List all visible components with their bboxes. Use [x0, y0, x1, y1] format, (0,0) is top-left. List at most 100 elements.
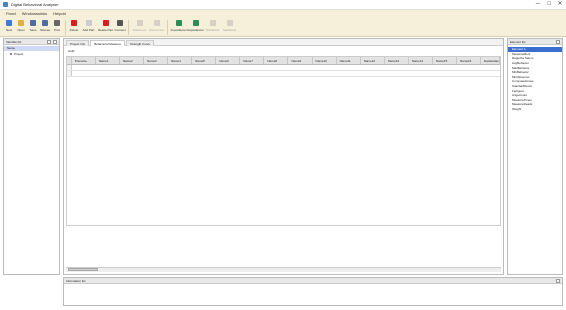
- menu-windows[interactable]: Windowssinks: [19, 11, 50, 16]
- toolbar-open-button[interactable]: Open: [15, 19, 27, 36]
- toolbar-connect-button[interactable]: Connect: [114, 19, 126, 36]
- maximize-button[interactable]: □: [544, 1, 554, 8]
- list-item[interactable]: Weight: [508, 107, 562, 112]
- app-icon: [3, 2, 8, 7]
- toolbar-label: ExportExcel: [187, 28, 204, 32]
- delete-part-icon: [102, 20, 109, 26]
- close-icon[interactable]: [556, 40, 560, 44]
- save-icon: [30, 20, 36, 26]
- new-file-icon: [6, 20, 12, 26]
- column-header[interactable]: Name14: [409, 57, 433, 64]
- close-icon[interactable]: [53, 40, 57, 44]
- window-title: Digital Behavioral Analyser: [11, 2, 59, 7]
- column-header[interactable]: Explanation: [481, 57, 501, 64]
- toolbar-label: New: [5, 28, 12, 32]
- toolbar-label: StatiExcel: [222, 28, 237, 32]
- toolbar-new-button[interactable]: New: [3, 19, 15, 36]
- column-header[interactable]: Name12: [361, 57, 385, 64]
- toolbar-saveas-button[interactable]: Saveas: [39, 19, 51, 36]
- panel-header: Element list: [508, 39, 562, 45]
- horizontal-scrollbar[interactable]: [66, 267, 501, 272]
- toolbar-print-button[interactable]: Print: [51, 19, 63, 36]
- toolbar-label: Connect: [114, 28, 126, 32]
- menu-file[interactable]: Fixed: [3, 11, 19, 16]
- column-header[interactable]: Name15: [433, 57, 457, 64]
- stats-icon: [226, 20, 233, 26]
- print-icon: [54, 20, 60, 26]
- panel-header: Information list: [64, 278, 562, 284]
- scrollbar-thumb[interactable]: [68, 268, 98, 271]
- tree-item-project[interactable]: Project: [4, 51, 59, 56]
- close-button[interactable]: ✕: [555, 1, 565, 8]
- panel-header: Variable list: [4, 39, 59, 45]
- title-bar: Digital Behavioral Analyser ─ □ ✕: [0, 0, 566, 10]
- toolbar-statement-button[interactable]: Statement: [131, 19, 148, 36]
- column-header[interactable]: Name2: [120, 57, 144, 64]
- column-header[interactable]: Prename: [72, 57, 96, 64]
- expand-icon[interactable]: [10, 52, 12, 55]
- toolbar-save-button[interactable]: Save: [27, 19, 39, 36]
- export-excel-icon: [192, 20, 199, 26]
- connect-icon: [117, 20, 123, 26]
- tab-strength-curve[interactable]: Strength Curve: [125, 40, 155, 46]
- save-as-icon: [42, 20, 48, 26]
- toolbar-separator: [65, 20, 66, 35]
- column-header[interactable]: Name10: [313, 57, 337, 64]
- grid-header: Prename Name1 Name2 Name3 Name4 Name5 Name6 Nam…: [67, 57, 501, 65]
- tab-project-info[interactable]: Project Info: [66, 40, 90, 46]
- toolbar-label: Saveas: [39, 28, 50, 32]
- toolbar-statiexcel-button[interactable]: StatiExcel: [221, 19, 238, 36]
- toolbar-delete-part-button[interactable]: Delete Part: [97, 19, 114, 36]
- column-header[interactable]: Name11: [337, 57, 361, 64]
- toolbar-delete-button[interactable]: Delete: [68, 19, 80, 36]
- column-header[interactable]: Name9: [288, 57, 313, 64]
- start-icon: [209, 20, 216, 26]
- tree-item-label: Project: [14, 51, 24, 56]
- element-list-panel: Element list Element A MeasureMent Ragezba…: [507, 38, 563, 275]
- disconnect-icon: [153, 20, 160, 26]
- toolbar-separator: [167, 20, 168, 35]
- table-row[interactable]: [67, 71, 500, 77]
- row-selector[interactable]: [67, 65, 72, 70]
- toolbar-label: Delete Part: [97, 28, 113, 32]
- column-header[interactable]: Name4: [168, 57, 193, 64]
- toolbar-label: StartExcel: [205, 28, 220, 32]
- pin-icon[interactable]: [47, 40, 51, 44]
- menu-help[interactable]: Helpdd: [50, 11, 69, 16]
- panel-title: Variable list: [6, 39, 22, 44]
- toolbar-label: Save: [29, 28, 37, 32]
- add-part-icon: [85, 20, 92, 26]
- row-selector[interactable]: [67, 71, 72, 76]
- panel-title: Element list: [510, 39, 526, 44]
- statement-icon: [136, 20, 143, 26]
- toolbar-separator: [128, 20, 129, 35]
- information-panel: Information list: [63, 277, 563, 306]
- column-header[interactable]: Name13: [385, 57, 409, 64]
- close-icon[interactable]: [556, 279, 560, 283]
- element-list: Element A MeasureMent Ragezba Selem AvgBeha…: [508, 45, 562, 111]
- import-excel-icon: [175, 20, 182, 26]
- column-header[interactable]: Name1: [96, 57, 120, 64]
- column-header[interactable]: Name5: [192, 57, 217, 64]
- column-header[interactable]: Name16: [457, 57, 482, 64]
- menu-bar: Fixed Windowssinks Helpdd: [0, 10, 566, 17]
- toolbar-label: Disconnect: [149, 28, 164, 32]
- column-header[interactable]: Name3: [144, 57, 169, 64]
- tab-strip: Project Info Behavioral Measure Strength…: [64, 39, 503, 46]
- section-label: Ardd: [68, 49, 75, 53]
- column-header[interactable]: Name6: [216, 57, 241, 64]
- toolbar-disconnect-button[interactable]: Disconnect: [148, 19, 165, 36]
- toolbar-add-part-button[interactable]: Add Part: [80, 19, 97, 36]
- column-header[interactable]: Name7: [240, 57, 265, 64]
- toolbar: New Open Save Saveas Print Delete Add Part Dele…: [0, 17, 566, 37]
- toolbar-startexcel-button[interactable]: StartExcel: [204, 19, 221, 36]
- toolbar-exportexcel-button[interactable]: ExportExcel: [187, 19, 204, 36]
- minimize-button[interactable]: ─: [533, 1, 543, 8]
- toolbar-label: Add Part: [82, 28, 95, 32]
- column-header[interactable]: Name8: [264, 57, 289, 64]
- toolbar-importexcel-button[interactable]: ImportExcel: [170, 19, 187, 36]
- toolbar-label: Print: [53, 28, 61, 32]
- tab-behavioral-measure[interactable]: Behavioral Measure: [90, 40, 125, 46]
- panel-title: Information list: [66, 278, 86, 283]
- data-grid[interactable]: Prename Name1 Name2 Name3 Name4 Name5 Name6 Nam…: [66, 56, 501, 226]
